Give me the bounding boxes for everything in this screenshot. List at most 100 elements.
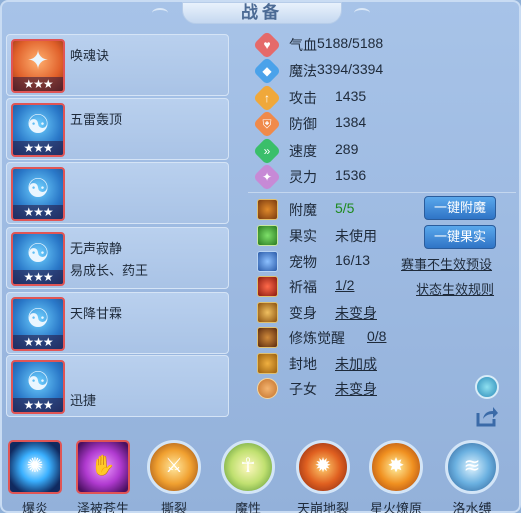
skill-glyph: ✦ (27, 45, 49, 75)
row-value[interactable]: 1/2 (335, 277, 354, 293)
skill-label: 爆炎 (21, 501, 48, 513)
event-preset-link[interactable]: 赛事不生效预设 (401, 254, 492, 273)
bottom-skill-1[interactable]: ✺ 爆炎 (6, 438, 64, 513)
icon-glyph: ♥ (263, 38, 271, 52)
row-label: 宠物 (289, 254, 317, 270)
skill-name: 唤魂诀 (70, 48, 110, 63)
transform-icon (257, 302, 278, 323)
skill-glyph: ☯ (26, 303, 50, 333)
icon-glyph: » (263, 144, 271, 158)
stat-value: 5188/5188 (317, 35, 384, 51)
skill-label: 撕裂 (160, 501, 187, 513)
blessing-icon (257, 276, 278, 297)
status-rules-link[interactable]: 状态生效规则 (416, 279, 494, 298)
row-value[interactable]: 未变身 (335, 303, 377, 323)
one-click-enchant-button[interactable]: 一键附魔 (424, 196, 496, 220)
attack-icon: ↑ (252, 83, 282, 113)
star-rating: ★★★ (13, 270, 63, 284)
stat-label: 魔法 (289, 63, 317, 79)
mana-icon: ◆ (252, 56, 282, 86)
skill-glyph: ☯ (26, 109, 50, 139)
bottom-skill-3[interactable]: ⚔ 撕裂 (145, 438, 203, 513)
defense-icon: ⛨ (252, 109, 282, 139)
heart-icon: ♥ (252, 30, 282, 60)
row-label: 封地 (289, 356, 317, 372)
bottom-skill-5[interactable]: ✹ 天崩地裂 (294, 438, 352, 513)
children-icon (257, 378, 278, 399)
star-rating: ★★★ (13, 335, 63, 349)
skill-icon: ✦ ★★★ (11, 39, 65, 93)
stat-label: 气血 (289, 37, 317, 53)
row-value[interactable]: 0/8 (367, 328, 386, 344)
stat-value: 1435 (335, 88, 367, 104)
skill-glyph: ✸ (387, 455, 405, 477)
skill-label: 洛水缚 (452, 501, 492, 513)
stat-value: 3394/3394 (317, 61, 384, 77)
bottom-skill-2[interactable]: ✋ 泽被苍生 (74, 438, 132, 513)
skill-slot-1[interactable]: ✦ ★★★ 唤魂诀 (6, 34, 229, 96)
star-rating: ★★★ (13, 205, 63, 219)
skill-icon: ☯ ★★★ (11, 297, 65, 351)
stat-value: 1536 (335, 167, 367, 183)
title-ornament-left (152, 8, 168, 18)
row-value: 未使用 (335, 228, 377, 244)
speed-icon: » (252, 136, 282, 166)
skill-slot-4[interactable]: ☯ ★★★ 无声寂静 易成长、药王 (6, 227, 229, 289)
pet-icon (257, 251, 278, 272)
skill-slot-3[interactable]: ☯ ★★★ (6, 162, 229, 224)
star-rating: ★★★ (13, 141, 63, 155)
cultivation-icon (257, 327, 278, 348)
skill-glyph: ✋ (90, 455, 116, 477)
fruit-icon (257, 225, 278, 246)
row-label: 子女 (289, 381, 317, 397)
skill-glyph: ✺ (26, 455, 44, 477)
refresh-icon[interactable] (475, 375, 499, 399)
bottom-skill-4[interactable]: ☥ 魔性 (219, 438, 277, 513)
row-value: 5/5 (335, 200, 355, 216)
icon-glyph: ↑ (264, 91, 270, 105)
icon-glyph: ◆ (262, 64, 272, 78)
skill-icon: ☯ ★★★ (11, 232, 65, 286)
battle-prep-panel: 战备 ✦ ★★★ 唤魂诀 ☯ ★★★ 五雷轰顶 ☯ ★★★ ☯ ★★★ 无声寂静… (0, 0, 521, 513)
skill-glyph: ≋ (463, 455, 481, 477)
title-ornament-right (354, 8, 370, 18)
skill-slot-2[interactable]: ☯ ★★★ 五雷轰顶 (6, 98, 229, 160)
stat-label: 速度 (289, 143, 317, 159)
skill-name: 五雷轰顶 (70, 112, 123, 127)
skill-glyph: ⚔ (165, 455, 183, 477)
row-value[interactable]: 未加成 (335, 354, 377, 374)
skill-label: 泽被苍生 (76, 501, 129, 513)
one-click-fruit-button[interactable]: 一键果实 (424, 225, 496, 249)
skill-icon: ☯ ★★★ (11, 167, 65, 221)
panel-title: 战备 (182, 2, 342, 24)
row-label: 附魔 (289, 202, 317, 218)
stat-value: 1384 (335, 114, 367, 130)
skill-glyph: ✹ (314, 455, 332, 477)
skill-slot-5[interactable]: ☯ ★★★ 天降甘霖 (6, 292, 229, 354)
enchant-icon (257, 199, 278, 220)
stat-label: 防御 (289, 116, 317, 132)
skill-label: 魔性 (234, 501, 261, 513)
stat-label: 灵力 (289, 169, 317, 185)
stat-value: 289 (335, 141, 359, 157)
bottom-skill-7[interactable]: ≋ 洛水缚 (443, 438, 501, 513)
skill-icon: ☯ ★★★ (11, 103, 65, 157)
row-value: 16/13 (335, 252, 371, 268)
star-rating: ★★★ (13, 398, 63, 412)
star-rating: ★★★ (13, 77, 63, 91)
bottom-skill-6[interactable]: ✸ 星火燎原 (367, 438, 425, 513)
row-value[interactable]: 未变身 (335, 379, 377, 399)
skill-slot-6[interactable]: ☯ ★★★ 迅捷 (6, 355, 229, 417)
divider (248, 192, 516, 193)
skill-name: 无声寂静 (70, 241, 123, 256)
row-label: 祈福 (289, 279, 317, 295)
skill-sub: 迅捷 (70, 393, 97, 408)
share-icon[interactable] (475, 404, 499, 428)
row-label: 变身 (289, 305, 317, 321)
skill-glyph: ☯ (26, 366, 50, 396)
icon-glyph: ✦ (261, 170, 273, 184)
skill-label: 星火燎原 (369, 501, 422, 513)
skill-icon: ☯ ★★★ (11, 360, 65, 414)
skill-name: 天降甘霖 (70, 306, 123, 321)
skill-glyph: ☯ (26, 238, 50, 268)
